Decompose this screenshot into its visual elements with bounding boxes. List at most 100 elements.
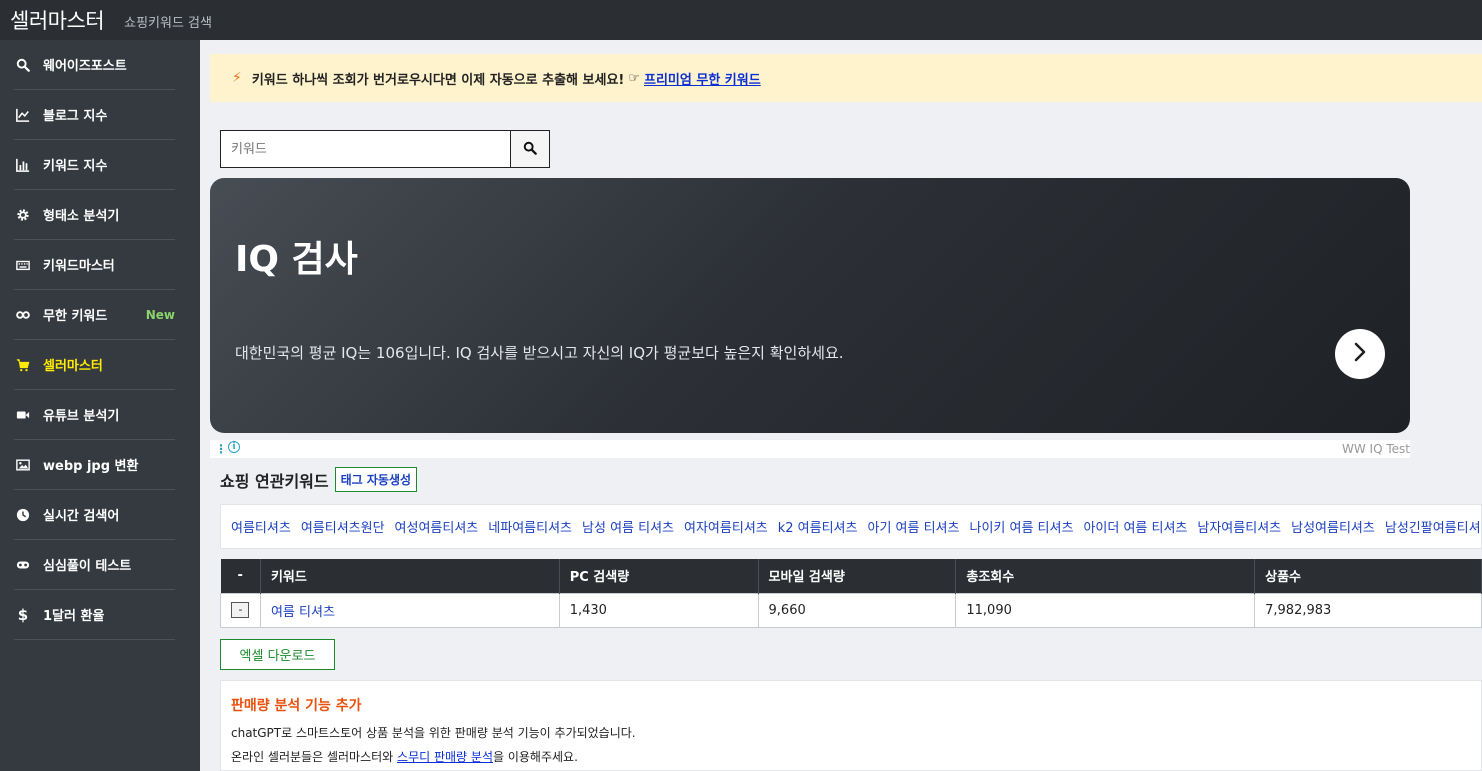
search-button[interactable] bbox=[510, 130, 550, 168]
premium-notice: ⚡ 키워드 하나씩 조회가 번거로우시다면 이제 자동으로 추출해 보세요! ☞… bbox=[210, 54, 1482, 102]
related-keyword-link[interactable]: 여자여름티셔츠 bbox=[684, 517, 768, 536]
column-header-product-count: 상품수 bbox=[1254, 559, 1482, 593]
column-header-mobile-volume: 모바일 검색량 bbox=[758, 559, 957, 593]
table-row: - 여름 티셔츠 1,430 9,660 11,090 7,982,983 bbox=[220, 592, 1482, 628]
related-keywords-list: 여름티셔츠 여름티셔츠원단 여성여름티셔츠 네파여름티셔츠 남성 여름 티셔츠 … bbox=[220, 504, 1482, 549]
sales-analysis-info: 판매량 분석 기능 추가 chatGPT로 스마트스토어 상품 분석을 위한 판… bbox=[220, 680, 1482, 771]
bar-chart-icon bbox=[14, 157, 32, 173]
search-icon bbox=[14, 57, 32, 73]
sidebar-item-label: 블로그 지수 bbox=[43, 109, 108, 124]
sidebar-item-label: 1달러 환율 bbox=[43, 609, 105, 624]
related-keyword-link[interactable]: 남자여름티셔츠 bbox=[1197, 517, 1281, 536]
related-keyword-link[interactable]: 아기 여름 티셔츠 bbox=[867, 517, 959, 536]
search-icon bbox=[523, 141, 537, 158]
ad-footer: ⋮ i WW IQ Test bbox=[210, 440, 1410, 458]
clock-icon bbox=[14, 507, 32, 523]
chevron-right-icon bbox=[1353, 342, 1367, 366]
sidebar-item-label: 웨어이즈포스트 bbox=[43, 59, 127, 74]
keyword-link[interactable]: 여름 티셔츠 bbox=[271, 605, 335, 620]
column-header-keyword: 키워드 bbox=[260, 559, 560, 593]
notice-text: 키워드 하나씩 조회가 번거로우시다면 이제 자동으로 추출해 보세요! bbox=[251, 72, 625, 88]
ad-title: IQ 검사 bbox=[235, 239, 358, 280]
related-keyword-link[interactable]: 여름티셔츠 bbox=[231, 517, 291, 536]
column-header-pc-volume: PC 검색량 bbox=[559, 559, 759, 593]
sidebar-item-label: 심심풀이 테스트 bbox=[43, 559, 132, 574]
sidebar-item-morpheme-analyzer[interactable]: 형태소 분석기 bbox=[14, 190, 175, 240]
related-keywords-heading: 쇼핑 연관키워드 태그 자동생성 bbox=[220, 467, 418, 492]
column-header-total-views: 총조회수 bbox=[955, 559, 1256, 593]
sidebar-item-label: 키워드마스터 bbox=[43, 259, 115, 274]
ad-info-icon[interactable]: i bbox=[228, 441, 240, 453]
tag-auto-generate-button[interactable]: 태그 자동생성 bbox=[334, 467, 418, 492]
gamepad-icon bbox=[14, 557, 32, 573]
sidebar-item-label: 무한 키워드 bbox=[43, 309, 108, 324]
sidebar-item-label: 셀러마스터 bbox=[43, 359, 103, 374]
infinity-icon bbox=[14, 307, 32, 323]
ad-options-icon[interactable]: ⋮ bbox=[215, 442, 227, 456]
premium-keyword-link[interactable]: 프리미엄 무한 키워드 bbox=[644, 69, 761, 88]
top-bar: 셀러마스터 쇼핑키워드 검색 bbox=[0, 0, 1482, 40]
sidebar-item-label: 형태소 분석기 bbox=[43, 209, 120, 224]
ad-next-button[interactable] bbox=[1335, 329, 1385, 379]
new-badge: New bbox=[145, 307, 175, 322]
keyword-table: - 키워드 PC 검색량 모바일 검색량 총조회수 상품수 - 여름 티셔츠 1… bbox=[220, 559, 1482, 628]
sidebar-item-realtime-search[interactable]: 실시간 검색어 bbox=[14, 490, 175, 540]
brand-title[interactable]: 셀러마스터 bbox=[10, 5, 105, 35]
related-keyword-link[interactable]: 아이더 여름 티셔츠 bbox=[1083, 517, 1187, 536]
related-keyword-link[interactable]: 남성 여름 티셔츠 bbox=[582, 517, 674, 536]
sidebar-item-blog-index[interactable]: 블로그 지수 bbox=[14, 90, 175, 140]
sidebar-item-fun-test[interactable]: 심심풀이 테스트 bbox=[14, 540, 175, 590]
row-collapse-button[interactable]: - bbox=[231, 602, 250, 618]
pc-volume-cell: 1,430 bbox=[558, 592, 759, 628]
info-line-2-prefix: 온라인 셀러분들은 셀러마스터와 bbox=[231, 750, 394, 764]
info-line-2-suffix: 을 이용해주세요. bbox=[492, 750, 578, 764]
sidebar-item-infinite-keyword[interactable]: 무한 키워드 New bbox=[14, 290, 175, 340]
total-views-cell: 11,090 bbox=[955, 592, 1256, 628]
sidebar-item-label: webp jpg 변환 bbox=[43, 459, 139, 474]
related-keyword-link[interactable]: 남성긴팔여름티셔츠 bbox=[1385, 517, 1481, 536]
keyword-search-input[interactable] bbox=[220, 130, 510, 168]
product-count-cell: 7,982,983 bbox=[1254, 592, 1482, 628]
sidebar-item-keyword-master[interactable]: 키워드마스터 bbox=[14, 240, 175, 290]
smoothie-sales-analysis-link[interactable]: 스무디 판매량 분석 bbox=[397, 750, 493, 764]
table-header-row: - 키워드 PC 검색량 모바일 검색량 총조회수 상품수 bbox=[220, 559, 1482, 593]
info-line-1: chatGPT로 스마트스토어 상품 분석을 위한 판매량 분석 기능이 추가되… bbox=[231, 726, 636, 740]
related-keyword-link[interactable]: 나이키 여름 티셔츠 bbox=[969, 517, 1073, 536]
related-keyword-link[interactable]: k2 여름티셔츠 bbox=[778, 517, 858, 536]
sidebar-item-keyword-index[interactable]: 키워드 지수 bbox=[14, 140, 175, 190]
row-toggle-cell: - bbox=[220, 592, 261, 628]
keyboard-icon bbox=[14, 257, 32, 273]
sidebar-item-seller-master[interactable]: 셀러마스터 bbox=[14, 340, 175, 390]
related-keyword-link[interactable]: 여성여름티셔츠 bbox=[395, 517, 479, 536]
sidebar-item-youtube-analyzer[interactable]: 유튜브 분석기 bbox=[14, 390, 175, 440]
keyword-search bbox=[220, 130, 550, 168]
related-keyword-link[interactable]: 남성여름티셔츠 bbox=[1291, 517, 1375, 536]
gear-icon bbox=[14, 207, 32, 223]
info-title: 판매량 분석 기능 추가 bbox=[231, 698, 362, 714]
main-content: ⚡ 키워드 하나씩 조회가 번거로우시다면 이제 자동으로 추출해 보세요! ☞… bbox=[200, 40, 1482, 771]
column-header-toggle: - bbox=[220, 559, 261, 593]
sidebar-item-dollar-rate[interactable]: $ 1달러 환율 bbox=[14, 590, 175, 640]
image-icon bbox=[14, 457, 32, 473]
sidebar-item-whereispost[interactable]: 웨어이즈포스트 bbox=[14, 40, 175, 90]
ad-description: 대한민국의 평균 IQ는 106입니다. IQ 검사를 받으시고 자신의 IQ가… bbox=[235, 344, 844, 362]
excel-download-button[interactable]: 엑셀 다운로드 bbox=[220, 639, 335, 670]
lightning-icon: ⚡ bbox=[232, 70, 242, 86]
sidebar-item-webp-converter[interactable]: webp jpg 변환 bbox=[14, 440, 175, 490]
sidebar-item-label: 유튜브 분석기 bbox=[43, 409, 120, 424]
related-keyword-link[interactable]: 여름티셔츠원단 bbox=[301, 517, 385, 536]
ad-banner[interactable]: IQ 검사 대한민국의 평균 IQ는 106입니다. IQ 검사를 받으시고 자… bbox=[210, 178, 1410, 433]
video-camera-icon bbox=[14, 407, 32, 423]
dollar-icon: $ bbox=[17, 605, 29, 624]
related-keywords-title: 쇼핑 연관키워드 bbox=[220, 471, 329, 491]
line-chart-icon bbox=[14, 107, 32, 123]
mobile-volume-cell: 9,660 bbox=[757, 592, 957, 628]
keyword-cell: 여름 티셔츠 bbox=[259, 592, 560, 628]
page-subtitle: 쇼핑키워드 검색 bbox=[124, 16, 212, 31]
info-line-2: 온라인 셀러분들은 셀러마스터와 스무디 판매량 분석을 이용해주세요. bbox=[231, 745, 1471, 769]
sidebar: 웨어이즈포스트 블로그 지수 키워드 지수 형태소 분석기 키워드마스터 무한 … bbox=[0, 40, 200, 771]
cart-icon bbox=[14, 357, 32, 373]
sidebar-item-label: 키워드 지수 bbox=[43, 159, 108, 174]
related-keyword-link[interactable]: 네파여름티셔츠 bbox=[488, 517, 572, 536]
ad-source[interactable]: WW IQ Test bbox=[1342, 442, 1410, 456]
